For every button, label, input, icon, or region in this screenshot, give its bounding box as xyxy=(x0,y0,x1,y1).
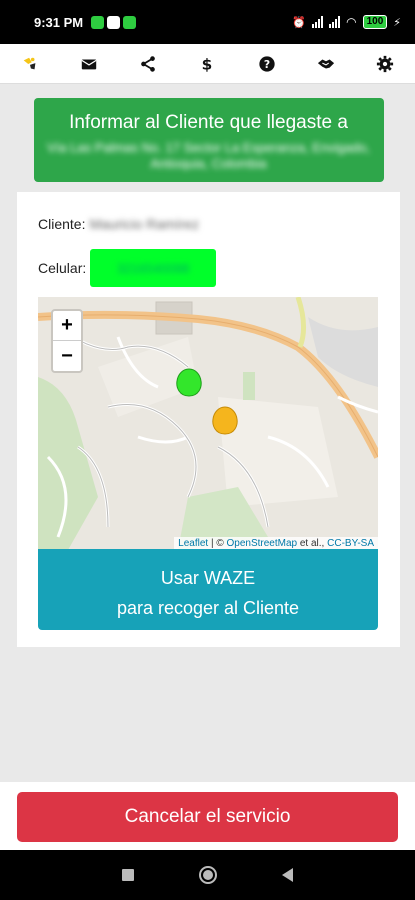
status-time: 9:31 PM xyxy=(34,14,84,30)
phone-number: 3216540098 xyxy=(117,260,190,276)
battery-icon: 100 xyxy=(362,15,388,29)
signal-icon xyxy=(312,16,324,28)
charging-icon: ⚡ xyxy=(393,16,401,29)
status-right: ⏰ ◠ 100 ⚡ xyxy=(292,15,401,29)
attribution-separator: | © xyxy=(210,538,224,549)
svg-text:?: ? xyxy=(264,58,270,71)
phone-call-button[interactable]: 3216540098 xyxy=(90,249,217,287)
zoom-out-button[interactable]: − xyxy=(53,341,81,371)
whatsapp-icon xyxy=(91,15,105,29)
client-name: Mauricio Ramírez xyxy=(89,216,200,232)
app-notification-icon xyxy=(107,15,121,29)
waze-button[interactable]: Usar WAZE para recoger al Cliente xyxy=(38,549,378,630)
osm-link[interactable]: OpenStreetMap xyxy=(226,538,297,549)
help-icon[interactable]: ? xyxy=(253,50,281,78)
dollar-icon[interactable]: $ xyxy=(193,50,221,78)
svg-text:$: $ xyxy=(202,55,213,73)
status-bar: 9:31 PM ⏰ ◠ 100 ⚡ xyxy=(0,0,415,44)
top-toolbar: $ ? xyxy=(0,44,415,84)
client-card: Cliente: Mauricio Ramírez Celular: 32165… xyxy=(17,192,400,647)
map-markers xyxy=(176,368,238,435)
gear-icon[interactable] xyxy=(371,50,399,78)
cancel-service-button[interactable]: Cancelar el servicio xyxy=(17,792,398,842)
wifi-icon: ◠ xyxy=(346,15,357,29)
whatsapp-icon xyxy=(123,15,137,29)
client-row: Cliente: Mauricio Ramírez xyxy=(38,212,379,236)
recents-icon[interactable] xyxy=(122,869,135,881)
driver-marker[interactable] xyxy=(176,368,202,397)
zoom-control: + − xyxy=(51,309,83,373)
waze-button-line1: Usar WAZE xyxy=(160,568,256,588)
attribution-etal: et al., xyxy=(299,538,325,549)
home-icon[interactable] xyxy=(198,866,217,884)
client-label: Cliente: xyxy=(38,216,86,232)
logo-icon[interactable] xyxy=(16,50,44,78)
alarm-icon: ⏰ xyxy=(292,16,307,29)
license-link[interactable]: CC-BY-SA xyxy=(327,538,374,549)
waze-button-line2: para recoger al Cliente xyxy=(116,598,300,618)
arrival-address: Vía Las Palmas No. 17 Sector La Esperanz… xyxy=(46,140,371,171)
map-view[interactable]: + − Leaflet | © OpenStreetMap et al., CC… xyxy=(38,297,378,550)
phone-row: Celular: 3216540098 xyxy=(38,248,379,288)
leaflet-link[interactable]: Leaflet xyxy=(178,538,208,549)
bottom-action-bar: Cancelar el servicio xyxy=(0,782,415,850)
arrival-notify-title: Informar al Cliente que llegaste a xyxy=(69,112,348,133)
notification-icons xyxy=(91,15,137,29)
phone-label: Celular: xyxy=(38,260,87,276)
main-content: Informar al Cliente que llegaste a Vía L… xyxy=(17,84,400,647)
handshake-icon[interactable] xyxy=(312,50,340,78)
system-nav-bar xyxy=(0,850,415,900)
back-icon[interactable] xyxy=(281,868,293,882)
zoom-in-button[interactable]: + xyxy=(53,311,81,341)
signal-icon xyxy=(329,16,341,28)
mail-icon[interactable] xyxy=(75,50,103,78)
arrival-notify-button[interactable]: Informar al Cliente que llegaste a Vía L… xyxy=(33,98,384,182)
share-icon[interactable] xyxy=(134,50,162,78)
client-marker[interactable] xyxy=(212,406,238,435)
